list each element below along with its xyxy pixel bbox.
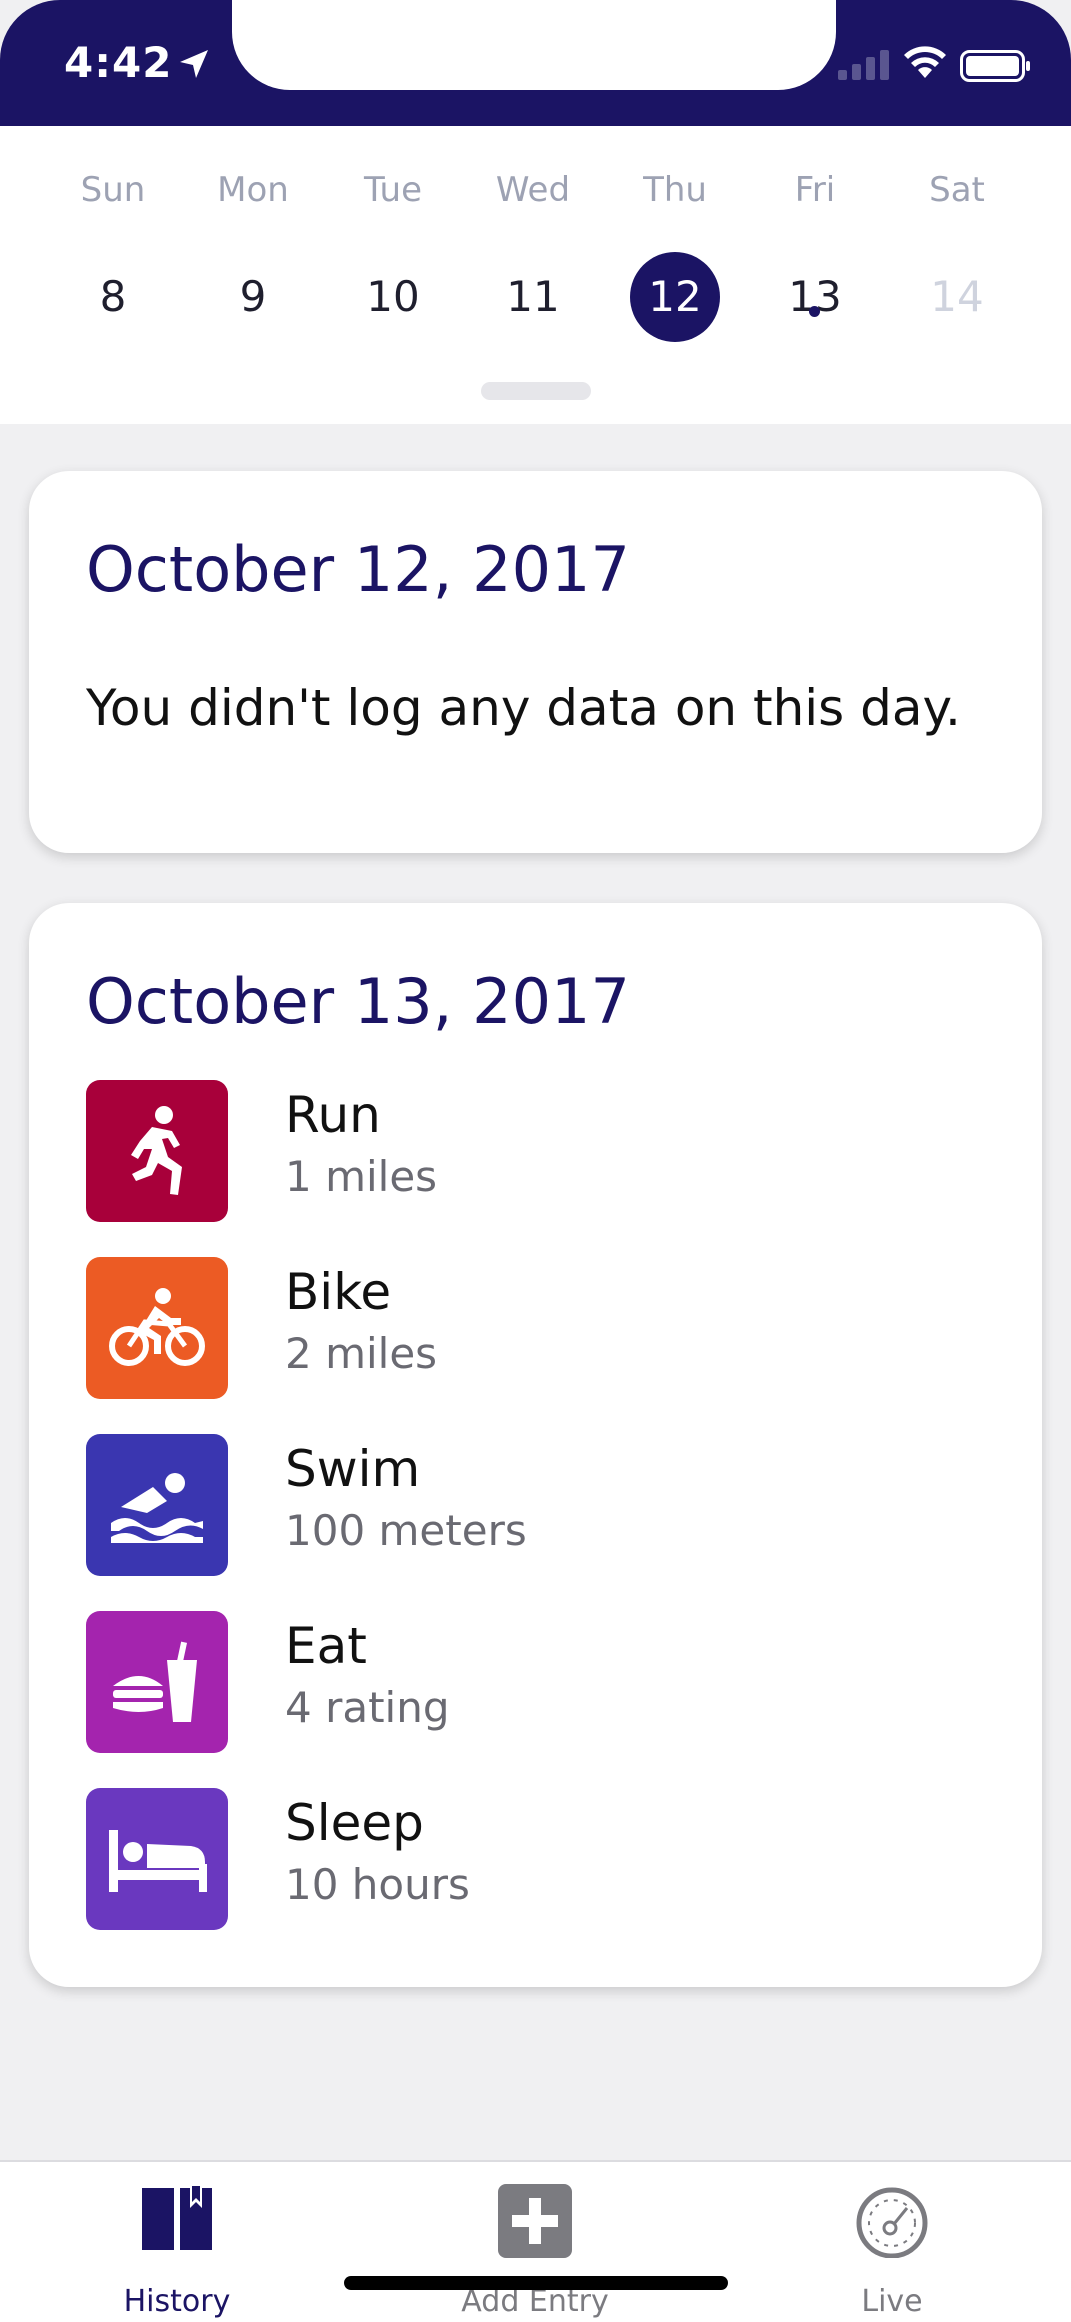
speedometer-icon [853, 2184, 931, 2262]
book-icon [140, 2184, 214, 2258]
add-entry-icon [498, 2184, 572, 2262]
day-thu[interactable]: Thu 12 [605, 126, 745, 424]
day-number: 14 [930, 272, 984, 321]
bike-icon [86, 1257, 228, 1399]
activity-value: 2 miles [285, 1329, 438, 1378]
day-name: Sun [80, 170, 146, 210]
day-number: 9 [239, 272, 267, 321]
day-name: Mon [217, 170, 289, 210]
day-sat[interactable]: Sat 14 [887, 126, 1027, 424]
card-date: October 12, 2017 [86, 533, 630, 606]
day-fri[interactable]: Fri 13 [745, 126, 885, 424]
tab-add-entry[interactable]: Add Entry [385, 2162, 685, 2322]
activity-row-bike[interactable]: Bike 2 miles [86, 1257, 986, 1401]
sleep-icon [86, 1788, 228, 1930]
wifi-icon [904, 46, 946, 78]
empty-message: You didn't log any data on this day. [86, 679, 961, 737]
tab-label: Live [861, 2284, 923, 2319]
tab-bar: History Add Entry Live [0, 2160, 1071, 2322]
location-arrow-icon [180, 50, 208, 78]
status-time: 4:42 [64, 38, 173, 87]
day-name: Thu [643, 170, 707, 210]
eat-icon [86, 1611, 228, 1753]
activity-row-swim[interactable]: Swim 100 meters [86, 1434, 986, 1578]
tab-history[interactable]: History [27, 2162, 327, 2322]
entry-indicator-dot [809, 306, 820, 317]
swim-icon [86, 1434, 228, 1576]
day-number: 13 [788, 272, 842, 321]
activity-name: Run [285, 1086, 381, 1144]
activity-value: 100 meters [285, 1506, 527, 1555]
tab-label: History [123, 2284, 231, 2319]
day-name: Fri [794, 170, 836, 210]
day-card-empty: October 12, 2017 You didn't log any data… [29, 471, 1042, 853]
day-number: 8 [99, 272, 127, 321]
notch [232, 0, 836, 90]
activity-name: Bike [285, 1263, 392, 1321]
day-tue[interactable]: Tue 10 [323, 126, 463, 424]
activity-value: 1 miles [285, 1152, 438, 1201]
day-number: 11 [506, 272, 560, 321]
activity-row-run[interactable]: Run 1 miles [86, 1080, 986, 1224]
day-mon[interactable]: Mon 9 [183, 126, 323, 424]
activity-value: 4 rating [285, 1683, 450, 1732]
activity-name: Eat [285, 1617, 367, 1675]
run-icon [86, 1080, 228, 1222]
activity-name: Sleep [285, 1794, 424, 1852]
card-date: October 13, 2017 [86, 965, 630, 1038]
activity-row-eat[interactable]: Eat 4 rating [86, 1611, 986, 1755]
status-bar: 4:42 [0, 0, 1071, 126]
activity-name: Swim [285, 1440, 421, 1498]
week-strip: Sun 8 Mon 9 Tue 10 Wed 11 Thu 12 Fri 13 Sat 14 [0, 126, 1071, 424]
day-name: Wed [495, 170, 571, 210]
battery-icon [960, 50, 1030, 82]
activity-row-sleep[interactable]: Sleep 10 hours [86, 1788, 986, 1932]
home-indicator [344, 2276, 728, 2290]
day-number: 12 [630, 252, 720, 342]
day-name: Sat [929, 170, 985, 210]
cellular-signal-icon [838, 50, 889, 80]
tab-live[interactable]: Live [742, 2162, 1042, 2322]
day-name: Tue [363, 170, 423, 210]
day-sun[interactable]: Sun 8 [43, 126, 183, 424]
day-card-activities: October 13, 2017 Run 1 miles Bike 2 miles Sw… [29, 903, 1042, 1987]
day-wed[interactable]: Wed 11 [463, 126, 603, 424]
activity-value: 10 hours [285, 1860, 470, 1909]
day-number: 10 [366, 272, 420, 321]
